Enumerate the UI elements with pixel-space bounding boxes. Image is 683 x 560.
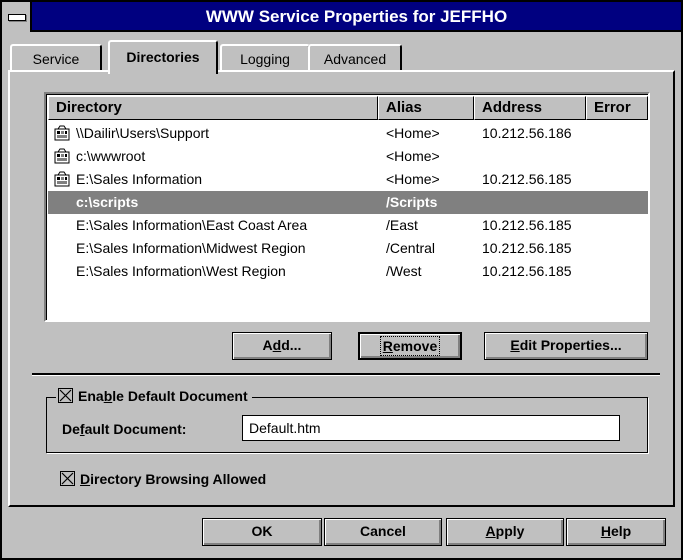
checkbox-checked-icon bbox=[60, 471, 75, 486]
add-accelerator: d bbox=[272, 337, 282, 353]
tab-logging[interactable]: Logging bbox=[220, 44, 310, 72]
cell-address: 10.212.56.185 bbox=[482, 171, 572, 187]
apply-button[interactable]: Apply bbox=[446, 518, 564, 546]
column-header-alias[interactable]: Alias bbox=[378, 96, 474, 120]
browsing-label-post: irectory Browsing Allowed bbox=[90, 471, 267, 487]
enable-default-document-checkbox[interactable]: Enable Default Document bbox=[56, 386, 252, 406]
field-label-post: ault Document: bbox=[84, 421, 187, 437]
ok-button[interactable]: OK bbox=[202, 518, 322, 546]
help-label-post: elp bbox=[610, 523, 632, 539]
remove-button[interactable]: Remove bbox=[358, 332, 462, 360]
virtual-server-icon bbox=[54, 125, 70, 141]
cell-address: 10.212.56.185 bbox=[482, 217, 572, 233]
edit-properties-button[interactable]: Edit Properties... bbox=[484, 332, 648, 360]
apply-accelerator: A bbox=[485, 523, 496, 539]
cell-address: 10.212.56.186 bbox=[482, 125, 572, 141]
cell-alias: /Scripts bbox=[386, 194, 438, 210]
add-button[interactable]: Add... bbox=[232, 332, 332, 360]
cell-directory: \\Dailir\Users\Support bbox=[76, 125, 210, 141]
add-label-pre: A bbox=[262, 337, 273, 353]
window-title: WWW Service Properties for JEFFHO bbox=[205, 7, 508, 26]
remove-accelerator: R bbox=[382, 338, 393, 354]
help-button[interactable]: Help bbox=[566, 518, 666, 546]
field-label-pre: De bbox=[62, 421, 80, 437]
enable-accelerator: b bbox=[103, 388, 113, 404]
table-row[interactable]: E:\Sales Information <Home> 10.212.56.185 bbox=[48, 168, 648, 191]
edit-accelerator: E bbox=[510, 337, 520, 353]
virtual-server-icon bbox=[54, 148, 70, 164]
table-row[interactable]: E:\Sales Information\Midwest Region/Cent… bbox=[48, 237, 648, 260]
edit-label-post: dit Properties... bbox=[519, 337, 622, 353]
table-row[interactable]: \\Dailir\Users\Support <Home> 10.212.56.18… bbox=[48, 122, 648, 145]
table-row[interactable]: c:\wwwroot <Home> bbox=[48, 145, 648, 168]
table-row[interactable]: c:\scripts/Scripts bbox=[48, 191, 648, 214]
tab-advanced[interactable]: Advanced bbox=[308, 44, 402, 72]
column-header-address[interactable]: Address bbox=[474, 96, 586, 120]
remove-label-post: emove bbox=[392, 338, 438, 354]
default-document-input[interactable]: Default.htm bbox=[242, 415, 620, 441]
cell-directory: E:\Sales Information\East Coast Area bbox=[76, 217, 308, 233]
cancel-button[interactable]: Cancel bbox=[324, 518, 442, 546]
cell-address: 10.212.56.185 bbox=[482, 263, 572, 279]
cell-alias: /West bbox=[386, 263, 422, 279]
apply-label-post: pply bbox=[495, 523, 525, 539]
directory-list[interactable]: Directory Alias Address Error \\Dailir\U… bbox=[44, 92, 650, 322]
virtual-server-icon bbox=[54, 171, 70, 187]
default-document-label: Default Document: bbox=[62, 417, 186, 441]
active-tab-joint bbox=[112, 69, 214, 73]
table-row[interactable]: E:\Sales Information\West Region/West 10.… bbox=[48, 260, 648, 283]
focus-rect: Remove bbox=[379, 336, 441, 356]
help-accelerator: H bbox=[600, 523, 611, 539]
cell-alias: <Home> bbox=[386, 148, 440, 164]
browsing-accelerator: D bbox=[80, 471, 91, 487]
system-menu-icon bbox=[8, 14, 26, 21]
cell-directory: c:\scripts bbox=[76, 194, 139, 210]
cell-address: 10.212.56.185 bbox=[482, 240, 572, 256]
table-row[interactable]: E:\Sales Information\East Coast Area/Eas… bbox=[48, 214, 648, 237]
column-header-error[interactable]: Error bbox=[586, 96, 648, 120]
cell-alias: /Central bbox=[386, 240, 436, 256]
separator bbox=[32, 373, 660, 376]
cell-alias: <Home> bbox=[386, 171, 440, 187]
enable-label-post: le Default Document bbox=[112, 388, 248, 404]
directory-browsing-checkbox[interactable]: Directory Browsing Allowed bbox=[60, 468, 266, 490]
cell-alias: /East bbox=[386, 217, 418, 233]
tab-service[interactable]: Service bbox=[10, 44, 102, 72]
enable-label-pre: Ena bbox=[78, 388, 104, 404]
add-label-post: d... bbox=[281, 337, 302, 353]
cell-alias: <Home> bbox=[386, 125, 440, 141]
cell-directory: E:\Sales Information\Midwest Region bbox=[76, 240, 306, 256]
checkbox-checked-icon bbox=[58, 388, 73, 403]
cell-directory: E:\Sales Information bbox=[76, 171, 203, 187]
system-menu-button[interactable] bbox=[2, 2, 32, 32]
cell-directory: E:\Sales Information\West Region bbox=[76, 263, 286, 279]
cell-directory: c:\wwwroot bbox=[76, 148, 146, 164]
column-header-directory[interactable]: Directory bbox=[48, 96, 378, 120]
